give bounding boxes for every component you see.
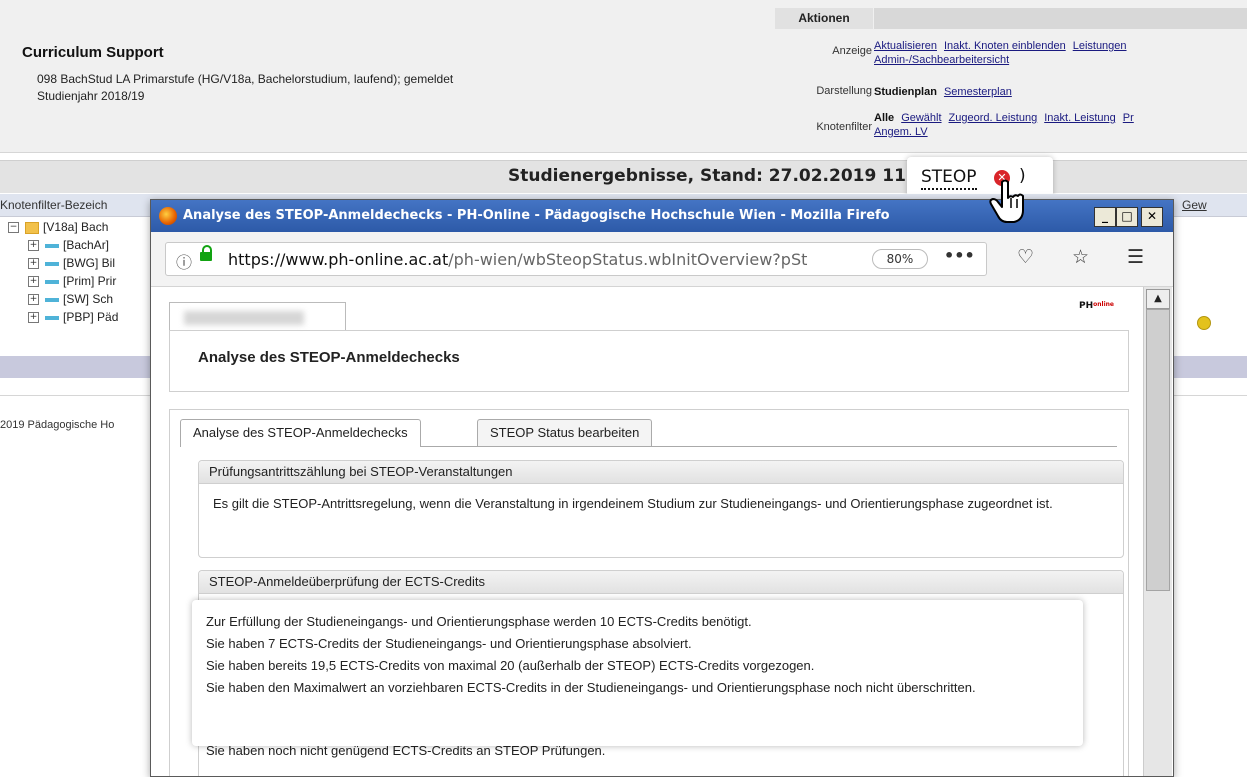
footer-copyright: 2019 Pädagogische Ho [0, 419, 115, 431]
url-host: https://www.ph-online.ac.at [228, 250, 449, 269]
studienplan-selected: Studienplan [874, 86, 937, 98]
filter-gewaehlt-link[interactable]: Gewählt [901, 112, 941, 124]
node-bar-icon [45, 315, 59, 320]
ects-line: Sie haben 7 ECTS-Credits der Studieneing… [206, 636, 692, 651]
page-title: Curriculum Support [22, 44, 164, 61]
tree-row[interactable]: + [Prim] Prir [28, 274, 116, 292]
url-field[interactable]: ⓘ https://www.ph-online.ac.at/ph-wien/wb… [165, 242, 987, 276]
darstellung-label: Darstellung [816, 85, 872, 97]
expand-icon[interactable]: + [28, 258, 39, 270]
section-body: Es gilt die STEOP-Antrittsregelung, wenn… [213, 496, 1053, 511]
tab-steop-status[interactable]: STEOP Status bearbeiten [477, 419, 653, 446]
program-info: 098 BachStud LA Primarstufe (HG/V18a, Ba… [37, 72, 454, 86]
tree-row[interactable]: + [BachAr] [28, 238, 109, 256]
close-button[interactable]: ✕ [1141, 207, 1163, 227]
section-pruefungsantritt: Prüfungsantrittszählung bei STEOP-Verans… [198, 460, 1124, 558]
status-dot-icon [1197, 316, 1211, 330]
ph-logo-sup: online [1093, 301, 1114, 308]
more-actions-icon[interactable]: ••• [944, 246, 975, 265]
tree-row-label: [SW] Sch [63, 292, 114, 306]
info-icon[interactable]: ⓘ [176, 249, 192, 273]
expand-icon[interactable]: + [28, 312, 39, 324]
popup-heading: Analyse des STEOP-Anmeldechecks [198, 349, 460, 366]
section-title: STEOP-Anmeldeüberprüfung der ECTS-Credit… [199, 571, 1123, 594]
tree-row[interactable]: − [V18a] Bach [8, 220, 108, 238]
expand-icon[interactable]: + [28, 240, 39, 252]
study-year: Studienjahr 2018/19 [37, 89, 145, 103]
tree-row-label: [Prim] Prir [63, 274, 117, 288]
filter-pr-link[interactable]: Pr [1123, 112, 1134, 124]
tree-row[interactable]: + [PBP] Päd [28, 310, 118, 328]
results-heading: Studienergebnisse, Stand: 27.02.2019 11:… [508, 166, 937, 186]
tree-header-label: Knotenfilter-Bezeich [0, 198, 108, 212]
anzeige-links: Aktualisieren Inakt. Knoten einblenden Lei… [874, 39, 1134, 67]
scroll-up-arrow-icon[interactable]: ▲ [1146, 289, 1170, 309]
inakt-knoten-link[interactable]: Inakt. Knoten einblenden [944, 40, 1066, 52]
blurred-tab[interactable] [169, 302, 346, 331]
admin-view-link[interactable]: Admin-/Sachbearbeitersicht [874, 54, 1009, 66]
aktualisieren-link[interactable]: Aktualisieren [874, 40, 937, 52]
blurred-text [184, 311, 304, 325]
leistungen-link[interactable]: Leistungen [1073, 40, 1127, 52]
steop-link[interactable]: STEOP [921, 166, 977, 190]
node-bar-icon [45, 297, 59, 302]
knotenfilter-label: Knotenfilter [816, 121, 872, 133]
section-title: Prüfungsantrittszählung bei STEOP-Verans… [199, 461, 1123, 484]
navigation-bar: ⓘ https://www.ph-online.ac.at/ph-wien/wb… [151, 232, 1173, 287]
scroll-thumb[interactable] [1146, 309, 1170, 591]
ects-lines: Zur Erfüllung der Studieneingangs- und O… [206, 611, 1076, 699]
vertical-scrollbar[interactable]: ▲ [1143, 287, 1172, 776]
tree-row-label: [BachAr] [63, 238, 110, 252]
anzeige-label: Anzeige [832, 45, 872, 57]
filter-angem-link[interactable]: Angem. LV [874, 126, 928, 138]
zoom-indicator[interactable]: 80% [872, 249, 928, 269]
tab-analyse[interactable]: Analyse des STEOP-Anmeldechecks [180, 419, 421, 447]
window-title: Analyse des STEOP-Anmeldechecks - PH-Onl… [183, 208, 890, 223]
filter-inakt-link[interactable]: Inakt. Leistung [1044, 112, 1116, 124]
firefox-logo-icon [159, 207, 177, 225]
ph-logo-text: PH [1079, 301, 1094, 311]
knotenfilter-links: Alle Gewählt Zugeord. Leistung Inakt. Leist… [874, 111, 1141, 139]
tree-row[interactable]: + [BWG] Bil [28, 256, 115, 274]
maximize-button[interactable]: □ [1116, 207, 1138, 227]
ects-line: Zur Erfüllung der Studieneingangs- und O… [206, 614, 752, 629]
hand-cursor-icon [989, 179, 1024, 223]
pocket-icon[interactable]: ♡ [1017, 246, 1034, 268]
node-bar-icon [45, 279, 59, 284]
node-bar-icon [45, 243, 59, 248]
tree-row[interactable]: + [SW] Sch [28, 292, 113, 310]
actions-header: Aktionen [775, 8, 873, 29]
ph-online-logo: PHonline [1079, 301, 1114, 311]
actions-header-fill [874, 8, 1247, 29]
collapse-icon[interactable]: − [8, 222, 19, 234]
filter-zugeord-link[interactable]: Zugeord. Leistung [949, 112, 1038, 124]
filter-alle-selected: Alle [874, 112, 895, 124]
url-path: /ph-wien/wbSteopStatus.wbInitOverview?pS… [448, 250, 808, 269]
menu-icon[interactable]: ☰ [1127, 246, 1144, 268]
darstellung-links: Studienplan Semesterplan [874, 85, 1019, 99]
minimize-button[interactable]: _ [1094, 207, 1116, 227]
ects-line: Sie haben bereits 19,5 ECTS-Credits von … [206, 658, 815, 673]
gew-column-header[interactable]: Gew [1182, 198, 1207, 212]
actions-panel: Aktionen Anzeige Aktualisieren Inakt. Kno… [775, 8, 1247, 146]
node-bar-icon [45, 261, 59, 266]
url-text: https://www.ph-online.ac.at/ph-wien/wbSt… [228, 250, 868, 269]
semesterplan-link[interactable]: Semesterplan [944, 86, 1012, 98]
tree-row-label: [BWG] Bil [63, 256, 116, 270]
folder-icon [25, 221, 39, 234]
ects-line: Sie haben den Maximalwert an vorziehbare… [206, 680, 976, 695]
lock-icon[interactable] [200, 245, 212, 261]
tree-row-label: [V18a] Bach [43, 220, 109, 234]
expand-icon[interactable]: + [28, 276, 39, 288]
bookmark-star-icon[interactable]: ☆ [1072, 246, 1089, 268]
heading-box: Analyse des STEOP-Anmeldechecks [169, 330, 1129, 392]
tree-row-label: [PBP] Päd [63, 310, 119, 324]
expand-icon[interactable]: + [28, 294, 39, 306]
